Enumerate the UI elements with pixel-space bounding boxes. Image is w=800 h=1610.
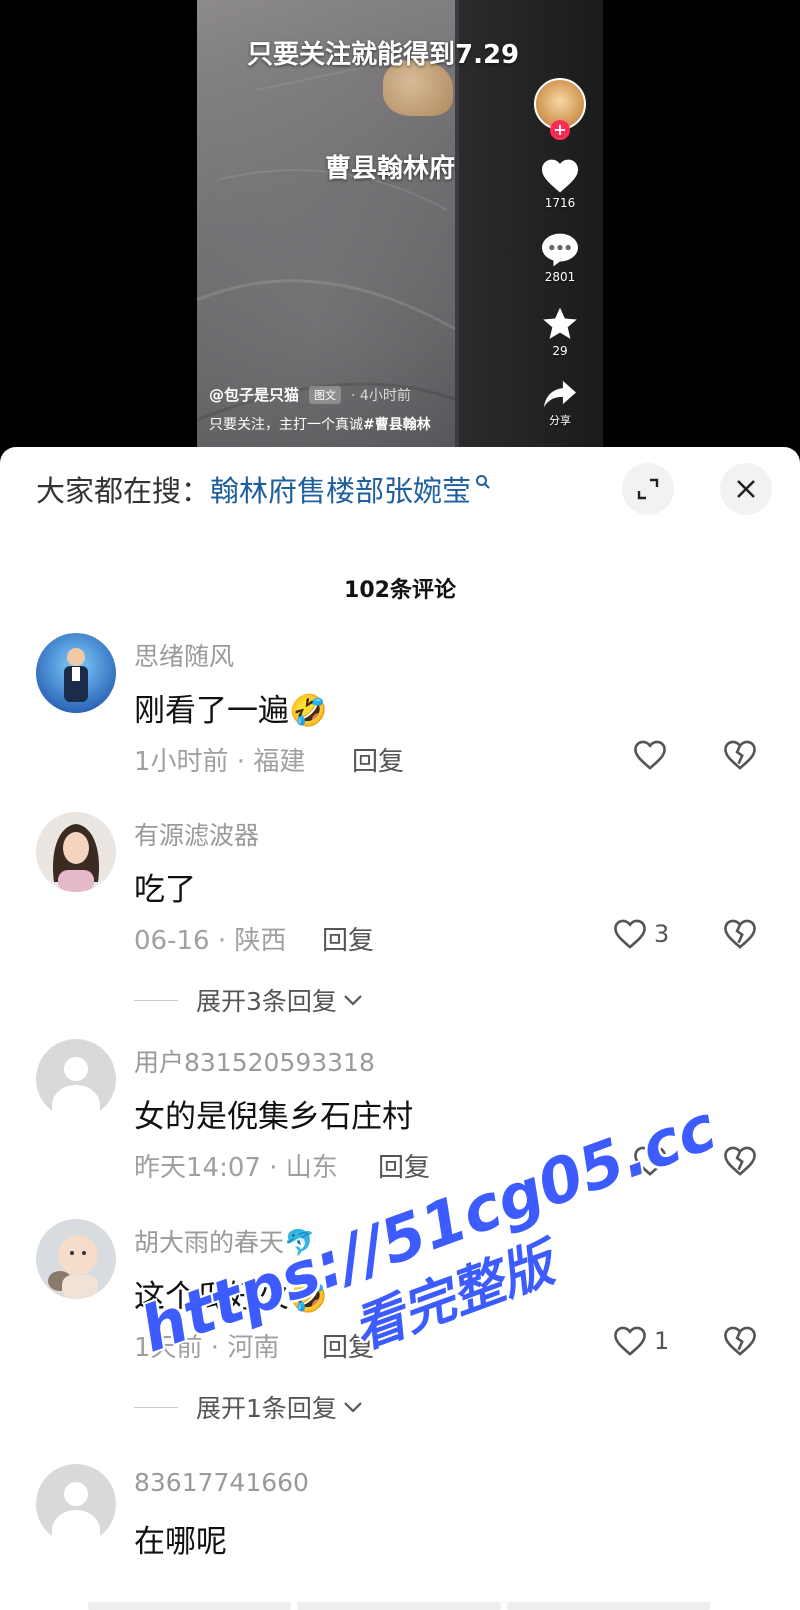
broken-heart-icon — [724, 1146, 756, 1176]
avatar[interactable] — [36, 1464, 116, 1544]
comment-like-count: 3 — [654, 920, 670, 948]
comment-dislike-button[interactable] — [722, 1145, 758, 1181]
share-button[interactable]: 分享 — [530, 378, 590, 428]
overlay-title: 只要关注就能得到7.29 — [247, 40, 520, 70]
comment-meta: 昨天14:07 · 山东 — [134, 1153, 338, 1183]
commenter-name[interactable]: 用户831520593318 — [134, 1043, 375, 1079]
chevron-down-icon — [344, 995, 362, 1006]
heart-outline-icon — [614, 919, 646, 949]
comment-text: 这个瓜好火🤣 — [134, 1279, 328, 1315]
heart-outline-icon — [634, 740, 666, 770]
reply-button[interactable]: 回复 — [322, 920, 374, 957]
commenter-name[interactable]: 有源滤波器 — [134, 816, 259, 852]
comment-meta: 1小时前 · 福建 — [134, 747, 306, 777]
avatar-image — [36, 633, 116, 713]
expand-button[interactable] — [622, 463, 674, 515]
avatar-image — [36, 812, 116, 892]
comment-text: 刚看了一遍🤣 — [134, 693, 328, 729]
comment-dislike-button[interactable] — [722, 739, 758, 775]
like-button[interactable]: 1716 — [530, 158, 590, 210]
broken-heart-icon — [724, 740, 756, 770]
heart-icon — [542, 159, 578, 193]
comment-button[interactable]: 2801 — [530, 232, 590, 284]
comment-like-button[interactable] — [632, 739, 668, 771]
comment-sheet: 大家都在搜： 翰林府售楼部张婉莹 102条评论 思绪随风 刚看了一遍🤣 1小时前… — [0, 447, 800, 1610]
close-icon — [737, 480, 755, 498]
comment-count-title: 102条评论 — [344, 578, 456, 603]
commenter-name[interactable]: 胡大雨的春天🐬 — [134, 1223, 315, 1259]
like-count: 1716 — [544, 196, 576, 210]
comment-like-count: 1 — [654, 1327, 670, 1355]
caption-hashtag[interactable]: #曹县翰林 — [363, 417, 431, 433]
author-line: @包子是只猫 图文 · 4小时前 — [209, 384, 411, 405]
favorite-button[interactable]: 29 — [530, 306, 590, 358]
comment-like-button[interactable]: 3 — [612, 918, 669, 950]
avatar[interactable] — [36, 1219, 116, 1299]
comment-like-button[interactable]: 1 — [612, 1325, 669, 1357]
broken-heart-icon — [724, 919, 756, 949]
comment-item: 用户831520593318 女的是倪集乡石庄村 昨天14:07 · 山东 回复 — [0, 1039, 800, 1183]
comment-meta: 1天前 · 河南 — [134, 1333, 280, 1363]
video-caption: 只要关注，主打一个真诚#曹县翰林 — [209, 414, 431, 434]
share-label: 分享 — [549, 414, 571, 427]
avatar[interactable] — [36, 633, 116, 713]
avatar[interactable] — [36, 1039, 116, 1119]
reply-button[interactable]: 回复 — [378, 1147, 430, 1184]
heart-outline-icon — [634, 1146, 666, 1176]
divider — [134, 1406, 178, 1408]
search-prefix: 大家都在搜： — [36, 474, 211, 508]
bottom-bar — [88, 1602, 710, 1610]
chevron-down-icon — [344, 1402, 362, 1413]
video-frame[interactable]: 只要关注就能得到7.29 曹县翰林府 + 1716 2801 29 分享 @包子… — [197, 0, 603, 460]
expand-icon — [637, 478, 659, 500]
expand-replies-button[interactable]: 展开1条回复 — [134, 1389, 365, 1425]
caption-text: 只要关注，主打一个真诚 — [209, 417, 363, 433]
divider — [134, 999, 178, 1001]
expand-replies-button[interactable]: 展开3条回复 — [134, 982, 365, 1018]
follow-plus-icon[interactable]: + — [550, 120, 570, 140]
close-button[interactable] — [720, 463, 772, 515]
share-arrow-icon — [544, 380, 576, 408]
expand-replies-label: 展开3条回复 — [196, 987, 337, 1016]
expand-replies-label: 展开1条回复 — [196, 1394, 337, 1423]
broken-heart-icon — [724, 1326, 756, 1356]
video-player[interactable]: 只要关注就能得到7.29 曹县翰林府 + 1716 2801 29 分享 @包子… — [0, 0, 800, 460]
comment-dislike-button[interactable] — [722, 918, 758, 954]
search-term[interactable]: 翰林府售楼部张婉莹 — [210, 468, 471, 510]
post-time: · 4小时前 — [351, 387, 411, 404]
commenter-name[interactable]: 83617741660 — [134, 1468, 309, 1497]
comment-text: 吃了 — [134, 872, 196, 908]
commenter-name[interactable]: 思绪随风 — [134, 637, 234, 673]
comment-text: 女的是倪集乡石庄村 — [134, 1099, 413, 1135]
overlay-subtitle: 曹县翰林府 — [325, 154, 456, 184]
comment-dislike-button[interactable] — [722, 1325, 758, 1361]
post-type-badge: 图文 — [309, 385, 342, 404]
comment-item: 83617741660 在哪呢 — [0, 1464, 800, 1560]
comment-like-button[interactable] — [632, 1145, 668, 1177]
comment-count-rail: 2801 — [544, 270, 576, 284]
avatar[interactable] — [36, 812, 116, 892]
reply-button[interactable]: 回复 — [322, 1327, 374, 1364]
avatar-image — [36, 1219, 116, 1299]
comment-text: 在哪呢 — [134, 1524, 227, 1560]
favorite-count: 29 — [552, 344, 568, 358]
reply-button[interactable]: 回复 — [352, 741, 404, 778]
suggested-search[interactable]: 大家都在搜： 翰林府售楼部张婉莹 — [36, 469, 491, 509]
comment-meta: 06-16 · 陕西 — [134, 926, 287, 956]
comment-bubble-icon — [542, 233, 578, 267]
search-icon — [476, 475, 490, 489]
author-name[interactable]: @包子是只猫 — [209, 384, 299, 405]
heart-outline-icon — [614, 1326, 646, 1356]
star-icon — [543, 307, 577, 339]
